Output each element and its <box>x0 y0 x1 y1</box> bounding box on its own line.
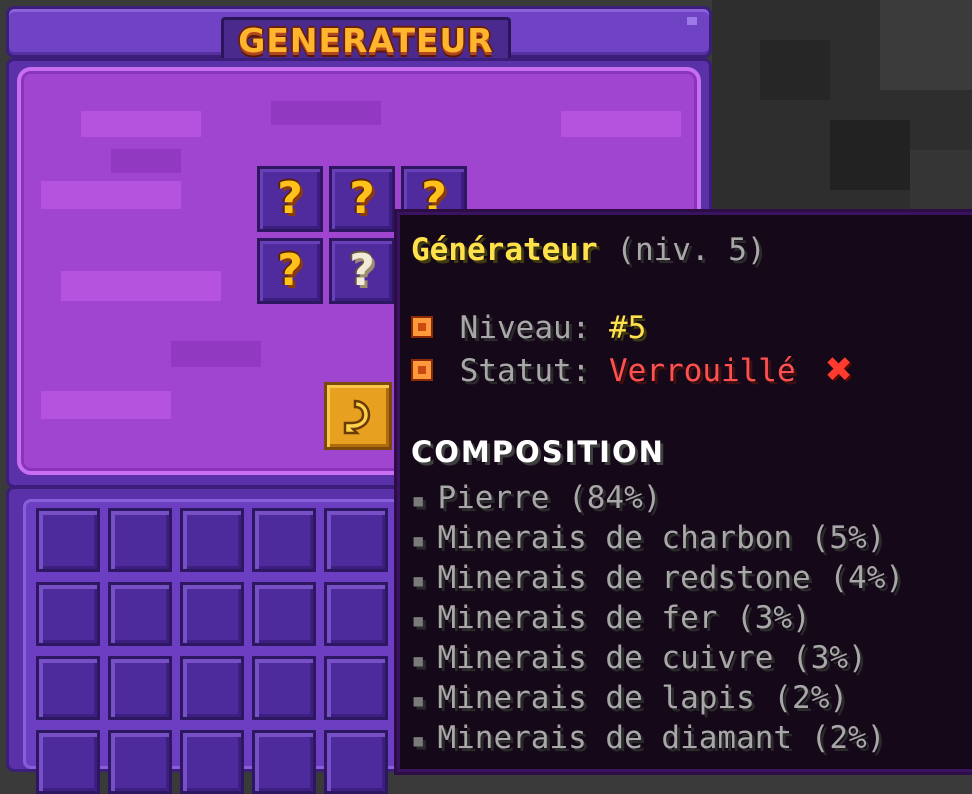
attr-label: Niveau: <box>459 310 591 346</box>
composition-item-text: Minerais de redstone (4%) <box>437 560 905 596</box>
inventory-slot[interactable] <box>36 730 100 794</box>
inventory-slot[interactable] <box>324 730 388 794</box>
composition-item-text: Minerais de diamant (2%) <box>437 720 886 756</box>
inventory-slot[interactable] <box>324 656 388 720</box>
composition-item: ▪ Minerais de diamant (2%) <box>411 723 885 754</box>
bullet-square-icon <box>411 358 433 381</box>
composition-item-text: Minerais de charbon (5%) <box>437 520 886 556</box>
bullet-dot-icon: ▪ <box>411 726 426 754</box>
composition-item: ▪ Minerais de redstone (4%) <box>411 563 904 594</box>
attr-label: Statut: <box>459 353 591 389</box>
composition-item-text: Minerais de cuivre (3%) <box>437 640 867 676</box>
inventory-slot[interactable] <box>180 582 244 646</box>
inventory-slot[interactable] <box>36 508 100 572</box>
window-title: GENERATEUR <box>238 20 494 60</box>
inventory-slot[interactable] <box>108 730 172 794</box>
generator-slot-2[interactable]: ? <box>329 166 395 232</box>
bullet-dot-icon: ▪ <box>411 566 426 594</box>
tooltip-attr-level: Niveau: #5 <box>411 313 646 344</box>
bullet-dot-icon: ▪ <box>411 606 426 634</box>
inventory-slot[interactable] <box>36 582 100 646</box>
generator-slot-1[interactable]: ? <box>257 166 323 232</box>
bullet-dot-icon: ▪ <box>411 646 426 674</box>
question-mark-icon: ? <box>277 245 303 296</box>
composition-item: ▪ Minerais de cuivre (3%) <box>411 643 867 674</box>
title-bar: GENERATEUR <box>6 6 712 63</box>
composition-item-text: Minerais de lapis (2%) <box>437 680 849 716</box>
x-icon: ✖ <box>824 350 853 390</box>
bullet-dot-icon: ▪ <box>411 486 426 514</box>
inventory-slot[interactable] <box>324 582 388 646</box>
inventory-slot[interactable] <box>252 656 316 720</box>
bullet-dot-icon: ▪ <box>411 686 426 714</box>
inventory-slot[interactable] <box>180 508 244 572</box>
tooltip-attr-status: Statut: Verrouillé ✖ <box>411 353 853 387</box>
generator-slot-4[interactable]: ? <box>257 238 323 304</box>
item-tooltip: Générateur (niv. 5) Niveau: #5 Statut: V… <box>394 209 972 775</box>
composition-heading: COMPOSITION <box>411 435 665 469</box>
tooltip-title: Générateur (niv. 5) <box>411 235 766 266</box>
back-button[interactable] <box>324 382 392 450</box>
question-mark-icon: ? <box>349 245 375 296</box>
back-arrow-icon <box>343 399 371 435</box>
composition-item: ▪ Minerais de lapis (2%) <box>411 683 848 714</box>
composition-item-text: Pierre (84%) <box>437 480 662 516</box>
title-plate: GENERATEUR <box>221 17 511 63</box>
generator-slot-5-hovered[interactable]: ? <box>329 238 395 304</box>
inventory-slot[interactable] <box>180 656 244 720</box>
inventory-slot[interactable] <box>108 582 172 646</box>
inventory-slot[interactable] <box>108 656 172 720</box>
attr-value-status: Verrouillé <box>609 353 796 389</box>
inventory-slot[interactable] <box>324 508 388 572</box>
composition-item: ▪ Minerais de fer (3%) <box>411 603 811 634</box>
tooltip-item-level: (niv. 5) <box>616 232 766 268</box>
bullet-dot-icon: ▪ <box>411 526 426 554</box>
inventory-slot[interactable] <box>36 656 100 720</box>
bullet-square-icon <box>411 315 433 338</box>
composition-item-text: Minerais de fer (3%) <box>437 600 811 636</box>
inventory-slot[interactable] <box>180 730 244 794</box>
attr-value-level: #5 <box>609 310 647 346</box>
composition-item: ▪ Pierre (84%) <box>411 483 661 514</box>
inventory-slot[interactable] <box>252 508 316 572</box>
inventory-slot[interactable] <box>252 582 316 646</box>
inventory-slot[interactable] <box>252 730 316 794</box>
question-mark-icon: ? <box>349 173 375 224</box>
tooltip-item-name: Générateur <box>411 232 598 268</box>
composition-item: ▪ Minerais de charbon (5%) <box>411 523 885 554</box>
inventory-slot[interactable] <box>108 508 172 572</box>
question-mark-icon: ? <box>277 173 303 224</box>
